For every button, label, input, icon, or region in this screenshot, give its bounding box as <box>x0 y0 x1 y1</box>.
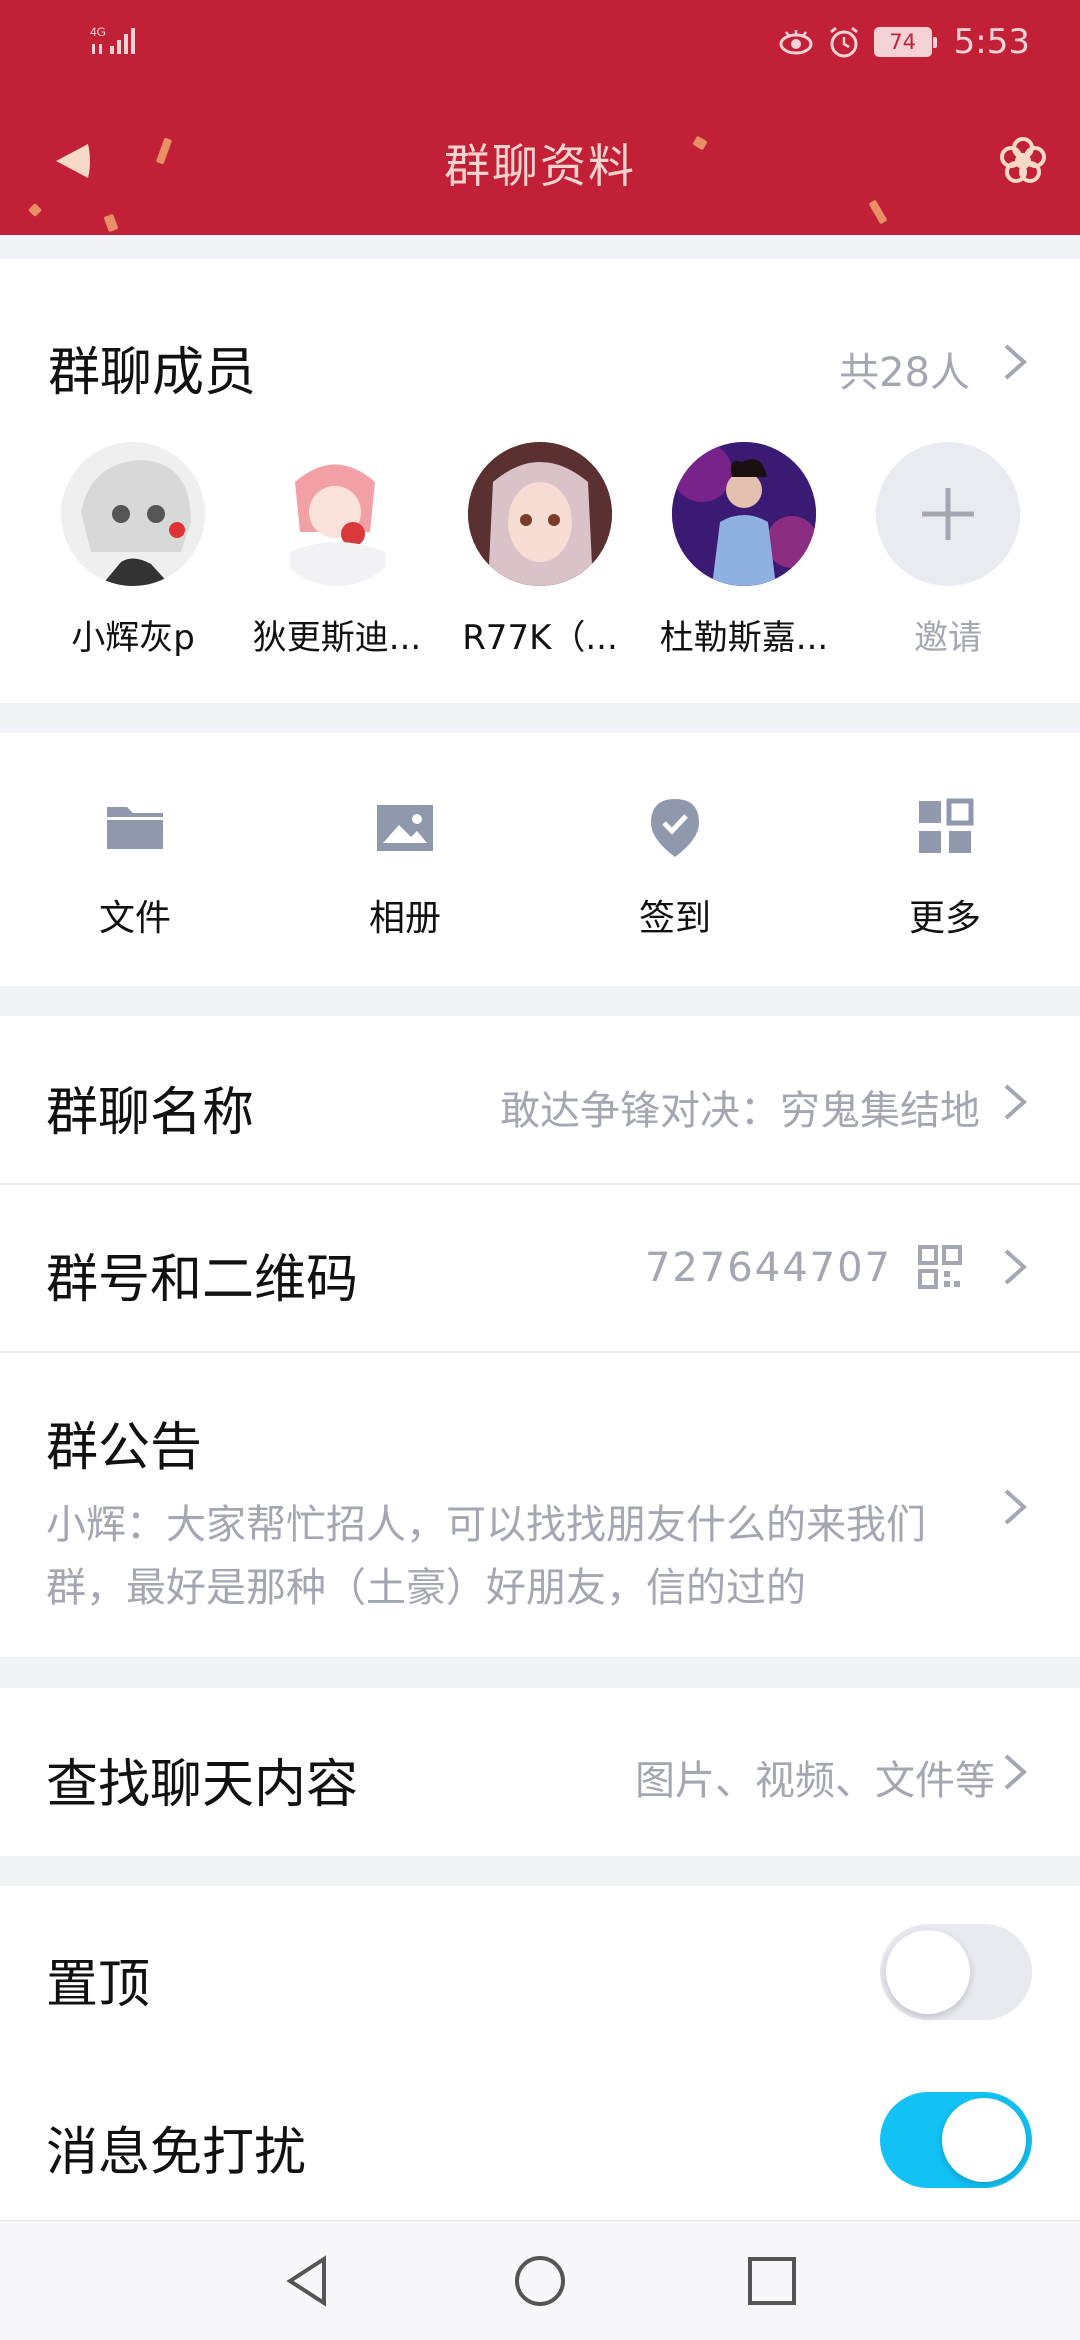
image-icon <box>377 805 433 851</box>
group-name-label: 群聊名称 <box>46 1083 255 1143</box>
header-bar: 4G 74 5:53 群聊资料 <box>0 0 1080 235</box>
avatar[interactable] <box>468 442 612 586</box>
pin-row: 置顶 <box>0 1886 1080 2054</box>
tool-files[interactable]: 文件 <box>35 795 235 941</box>
chevron-right-icon <box>1004 1249 1028 1285</box>
member-name: 狄更斯迪... <box>252 618 422 658</box>
member-name: 杜勒斯嘉... <box>659 618 829 658</box>
nav-recents-icon[interactable] <box>744 2253 800 2309</box>
chevron-right-icon[interactable] <box>1000 340 1030 384</box>
avatar[interactable] <box>672 442 816 586</box>
group-name-value: 敢达争锋对决：穷鬼集结地 <box>500 1088 980 1134</box>
search-history-label: 查找聊天内容 <box>46 1755 359 1815</box>
member-name: R77K（... <box>462 618 618 658</box>
chevron-right-icon <box>1004 1489 1028 1525</box>
confetti-decoration <box>27 202 43 218</box>
avatar[interactable] <box>61 442 205 586</box>
page-title: 群聊资料 <box>444 139 636 193</box>
invite-label: 邀请 <box>914 618 982 658</box>
avatar-photo-image <box>672 442 816 586</box>
members-count[interactable]: 共28人 <box>839 340 970 398</box>
chevron-right-icon <box>1004 1084 1028 1120</box>
group-notice-label: 群公告 <box>46 1418 203 1478</box>
network-label: 4G <box>90 25 106 39</box>
flower-icon[interactable] <box>996 134 1050 188</box>
plus-icon <box>922 488 974 540</box>
avatar[interactable] <box>265 442 409 586</box>
checkin-pin-icon <box>651 799 699 857</box>
group-number-value: 727644707 <box>644 1245 892 1291</box>
alarm-icon <box>829 26 858 58</box>
search-history-hint: 图片、视频、文件等 <box>635 1758 995 1804</box>
nav-back-icon[interactable] <box>280 2253 336 2309</box>
tool-label: 签到 <box>638 898 711 939</box>
confetti-decoration <box>103 213 119 233</box>
group-name-row[interactable]: 群聊名称 敢达争锋对决：穷鬼集结地 <box>0 1016 1080 1184</box>
mute-row: 消息免打扰 <box>0 2054 1080 2222</box>
toggle-knob <box>942 2098 1026 2182</box>
pin-toggle[interactable] <box>880 1924 1032 2020</box>
pin-label: 置顶 <box>46 1955 151 2015</box>
member-name: 小辉灰p <box>71 618 195 658</box>
system-nav-bar <box>0 2220 1080 2340</box>
group-notice-text: 小辉：大家帮忙招人，可以找找朋友什么的来我们群，最好是那种（土豪）好朋友，信的过… <box>46 1502 926 1611</box>
tool-checkin[interactable]: 签到 <box>575 795 775 941</box>
search-history-row[interactable]: 查找聊天内容 图片、视频、文件等 <box>0 1688 1080 1856</box>
folder-icon <box>107 807 163 849</box>
battery-indicator: 74 <box>873 27 937 57</box>
avatar-anime-pink-image <box>265 442 409 586</box>
toggle-knob <box>886 1930 970 2014</box>
tool-label: 相册 <box>368 898 441 939</box>
signal-icon: 4G <box>90 25 135 54</box>
grid-icon <box>919 798 974 853</box>
mute-label: 消息免打扰 <box>46 2123 307 2183</box>
tool-album[interactable]: 相册 <box>305 795 505 941</box>
status-bar: 4G 74 5:53 <box>0 0 1080 84</box>
avatar-sketch-image <box>61 442 205 586</box>
tool-more[interactable]: 更多 <box>845 795 1045 941</box>
avatar-anime-girl-image <box>468 442 612 586</box>
group-number-label: 群号和二维码 <box>46 1250 359 1310</box>
qr-code-icon <box>918 1245 962 1289</box>
members-title[interactable]: 群聊成员 <box>48 330 256 405</box>
confetti-decoration <box>868 199 888 225</box>
eye-icon <box>779 30 813 55</box>
tool-label: 更多 <box>908 898 981 939</box>
mute-toggle[interactable] <box>880 2092 1032 2188</box>
tool-label: 文件 <box>98 898 171 939</box>
group-number-row[interactable]: 群号和二维码 727644707 <box>0 1185 1080 1352</box>
nav-home-icon[interactable] <box>512 2253 568 2309</box>
invite-button[interactable] <box>876 442 1020 586</box>
chevron-right-icon <box>1004 1754 1028 1790</box>
status-time: 5:53 <box>953 22 1030 62</box>
